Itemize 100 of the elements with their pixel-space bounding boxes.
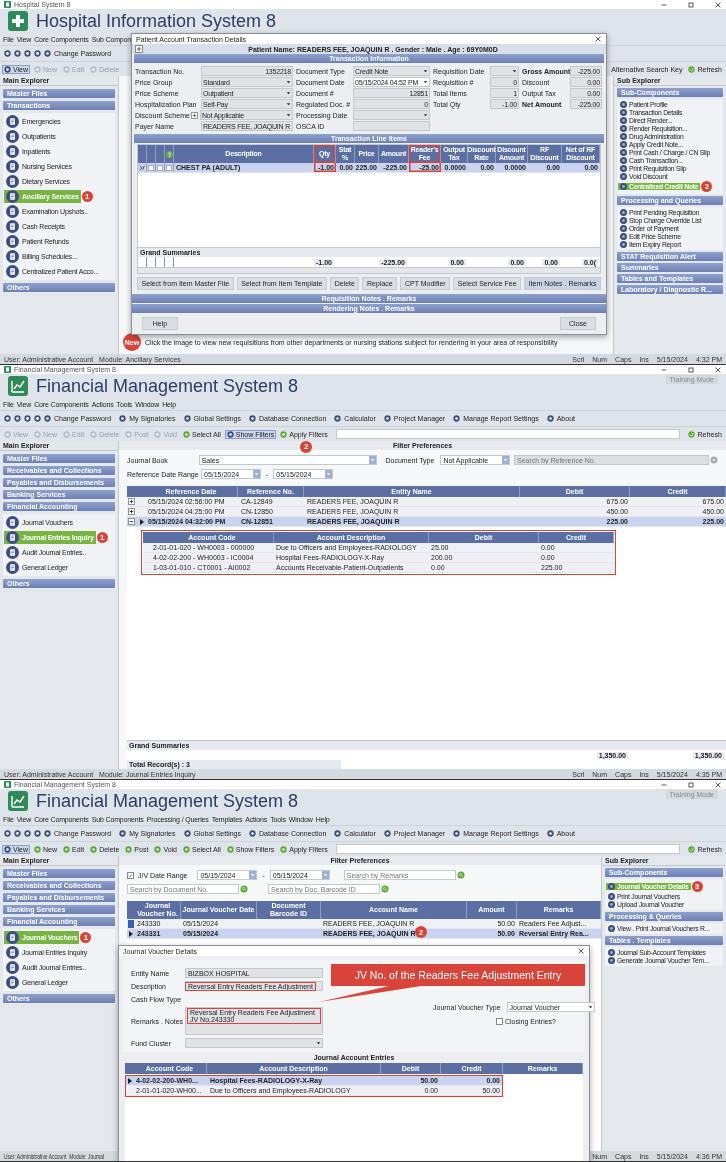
expand-toggle-icon[interactable] — [128, 518, 135, 525]
dropdown-field[interactable] — [490, 66, 519, 76]
document-icon — [6, 160, 19, 173]
close-icon[interactable] — [714, 0, 722, 9]
document-icon — [6, 265, 19, 278]
document-icon — [6, 145, 19, 158]
round-icon — [249, 830, 256, 837]
app-title: Hospital Information System 8 — [36, 10, 277, 32]
help-icon[interactable] — [165, 150, 173, 158]
chart-logo-icon — [8, 791, 28, 811]
step-badge: 2 — [701, 181, 713, 192]
caret-icon[interactable] — [586, 1003, 594, 1011]
document-icon — [6, 561, 19, 574]
row-pointer-icon — [127, 1077, 133, 1085]
scroll-bar[interactable] — [138, 267, 600, 273]
round-icon — [154, 430, 162, 438]
document-icon — [6, 961, 19, 974]
round-icon — [90, 845, 98, 853]
checkbox[interactable] — [157, 164, 163, 171]
round-icon — [63, 430, 71, 438]
round-icon — [383, 415, 391, 422]
search-icon[interactable] — [240, 885, 248, 893]
maximize-icon[interactable] — [687, 365, 695, 374]
round-icon — [546, 415, 554, 422]
round-icon — [453, 830, 461, 837]
plus-icon — [136, 46, 142, 52]
checkbox[interactable] — [148, 164, 154, 171]
document-icon — [6, 220, 19, 233]
round-icon — [63, 845, 71, 853]
row-pointer-icon — [139, 518, 145, 526]
app-title: Financial Management System 8 — [36, 790, 299, 812]
expand-toggle-icon[interactable] — [128, 498, 135, 505]
dropdown-field[interactable] — [353, 110, 430, 120]
dropdown-field[interactable] — [185, 1038, 323, 1048]
round-icon — [90, 430, 98, 438]
bullet-icon — [608, 883, 615, 890]
clear-icon[interactable] — [710, 456, 718, 464]
document-icon — [6, 976, 19, 989]
round-icon — [334, 415, 342, 422]
refresh-icon — [688, 430, 696, 438]
checkbox[interactable] — [496, 1017, 503, 1025]
step-badge: 1 — [81, 191, 93, 202]
round-icon — [249, 415, 256, 422]
maximize-icon[interactable] — [687, 0, 695, 9]
caret-icon[interactable] — [422, 111, 429, 119]
search-icon[interactable] — [456, 871, 465, 879]
search-field[interactable] — [335, 429, 681, 439]
document-icon — [6, 130, 19, 143]
document-icon — [6, 235, 19, 248]
document-icon — [6, 175, 19, 188]
refresh-icon — [688, 65, 696, 73]
round-icon — [63, 65, 71, 73]
round-icon — [546, 830, 554, 837]
bullet-icon — [620, 183, 627, 190]
refresh-icon — [688, 845, 696, 853]
round-icon — [226, 845, 234, 853]
expand-toggle-icon[interactable] — [128, 508, 135, 515]
caret-icon[interactable] — [315, 1039, 322, 1047]
bullet-icon — [608, 925, 615, 932]
document-icon — [6, 531, 19, 544]
step-badge: 1 — [80, 932, 92, 943]
expand-button[interactable] — [135, 45, 143, 53]
round-icon — [453, 415, 461, 422]
round-icon — [280, 845, 288, 853]
document-icon — [6, 205, 19, 218]
document-icon — [6, 546, 19, 559]
maximize-icon[interactable] — [687, 780, 695, 789]
checkbox[interactable] — [166, 164, 172, 171]
close-icon[interactable] — [714, 365, 722, 374]
checkbox[interactable] — [127, 871, 134, 879]
caret-icon[interactable] — [511, 67, 518, 75]
document-icon — [6, 931, 19, 944]
step-badge: 1 — [96, 532, 108, 543]
add-button[interactable] — [191, 111, 198, 119]
app-title: Financial Management System 8 — [36, 375, 299, 397]
round-icon — [280, 430, 288, 438]
round-icon — [154, 845, 162, 853]
plus-icon — [192, 112, 197, 118]
chart-logo-icon — [8, 376, 28, 396]
search-field[interactable] — [335, 844, 681, 854]
step-badge: 3 — [691, 881, 703, 892]
document-icon — [6, 190, 19, 203]
document-icon — [6, 516, 19, 529]
search-icon[interactable] — [381, 885, 389, 893]
document-icon — [6, 250, 19, 263]
round-icon — [383, 830, 391, 837]
close-icon[interactable] — [577, 947, 585, 955]
round-icon — [226, 430, 234, 438]
row-pointer-icon — [128, 930, 134, 938]
round-icon — [334, 830, 342, 837]
row-marker-icon — [128, 920, 134, 928]
text-field[interactable] — [353, 121, 430, 131]
document-icon — [6, 115, 19, 128]
edit-pointer-icon — [139, 164, 145, 171]
document-icon — [6, 946, 19, 959]
step-badge: 2 — [300, 440, 313, 453]
close-icon[interactable] — [714, 780, 722, 789]
round-icon — [90, 65, 98, 73]
cross-logo-icon — [8, 11, 28, 31]
close-icon[interactable] — [594, 35, 602, 43]
